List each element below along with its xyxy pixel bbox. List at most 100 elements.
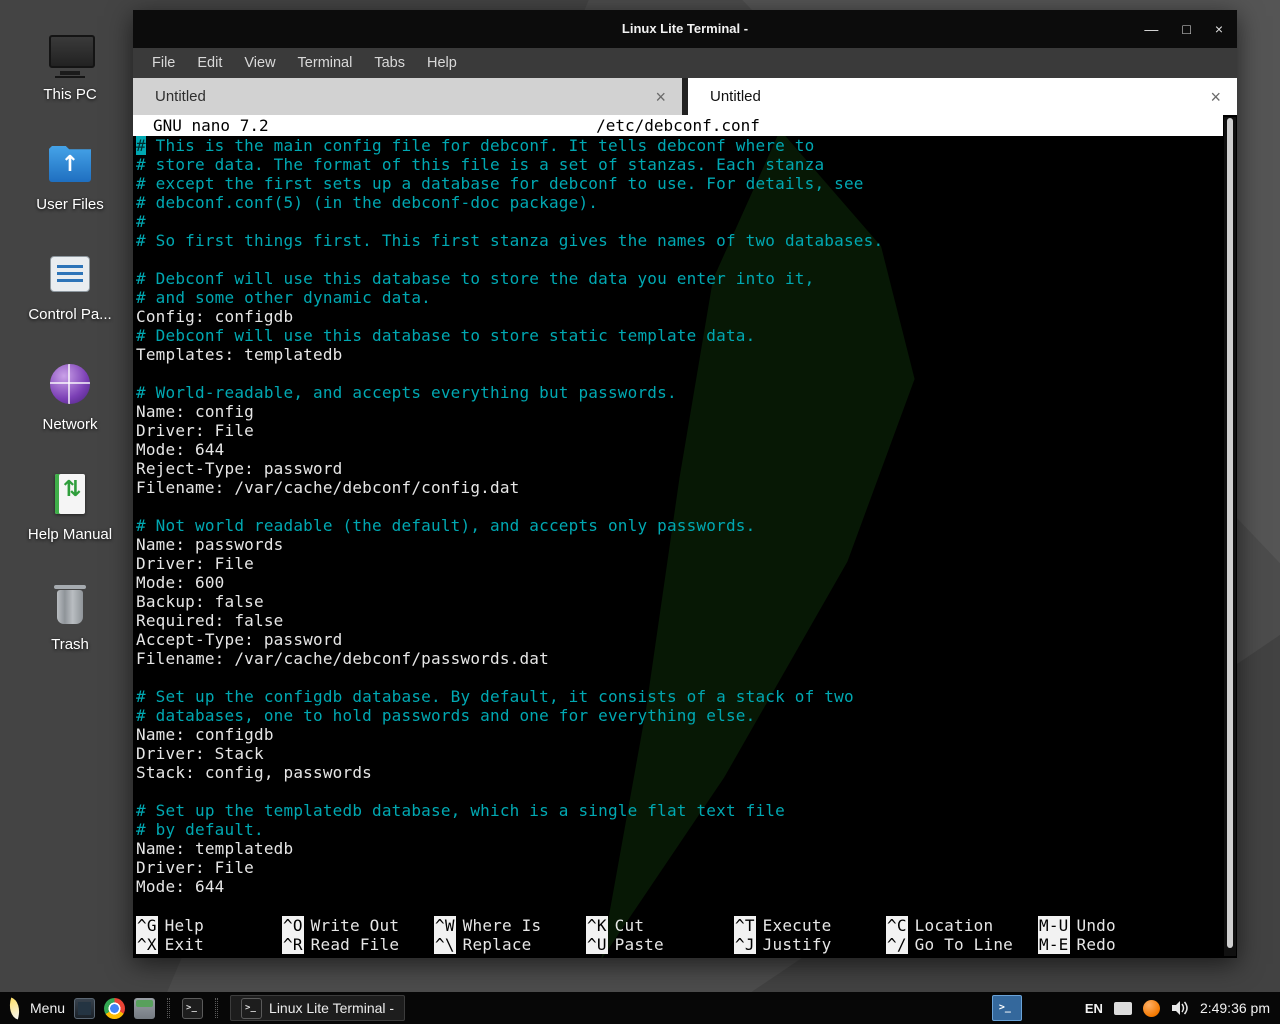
menu-file[interactable]: File [141, 55, 186, 71]
menu-view[interactable]: View [233, 55, 286, 71]
notification-icon[interactable] [1143, 1000, 1160, 1017]
editor-line: # store data. The format of this file is… [136, 155, 1237, 174]
editor-line: Mode: 644 [136, 440, 1237, 459]
editor-line: Name: passwords [136, 535, 1237, 554]
control-panel-icon [46, 250, 94, 298]
linux-lite-logo-icon[interactable] [5, 997, 23, 1019]
desktop-icon-this-pc[interactable]: This PC [0, 30, 140, 118]
desktop-icon-network[interactable]: Network [0, 360, 140, 448]
nano-version: GNU nano 7.2 [133, 116, 269, 135]
shortcut-key: ^J [734, 935, 756, 954]
editor-line: Name: templatedb [136, 839, 1237, 858]
editor-line: # except the first sets up a database fo… [136, 174, 1237, 193]
nano-filename: /etc/debconf.conf [596, 115, 760, 136]
desktop: This PC User Files Control Pa... Network Hel… [0, 0, 1280, 1024]
editor-line: # Not world readable (the default), and … [136, 516, 1237, 535]
tab-close-icon[interactable]: × [1210, 88, 1221, 106]
editor-text: # This is the main config file for debco… [133, 136, 1237, 896]
menu-tabs[interactable]: Tabs [363, 55, 416, 71]
editor-line: Filename: /var/cache/debconf/config.dat [136, 478, 1237, 497]
shortcut-key: ^G [136, 916, 158, 935]
desktop-icon-label: Help Manual [0, 526, 140, 543]
shortcut-key: ^T [734, 916, 756, 935]
chrome-launcher-icon[interactable] [104, 998, 125, 1019]
volume-icon[interactable] [1171, 1000, 1189, 1016]
nano-shortcut-go-to-line: ^/Go To Line [886, 935, 1038, 954]
keyboard-icon[interactable] [1114, 1002, 1132, 1015]
desktop-icon-label: User Files [0, 196, 140, 213]
menu-button[interactable]: Menu [30, 1000, 65, 1016]
editor-line: Filename: /var/cache/debconf/passwords.d… [136, 649, 1237, 668]
nano-shortcut-row: ^XExit^RRead File^\Replace^UPaste^JJusti… [136, 935, 1223, 954]
nano-shortcut-cut: ^KCut [586, 916, 734, 935]
editor-line: # Debconf will use this database to stor… [136, 326, 1237, 345]
menu-terminal[interactable]: Terminal [287, 55, 364, 71]
terminal-window: Linux Lite Terminal - — □ × FileEditView… [133, 10, 1237, 958]
editor-line: Name: configdb [136, 725, 1237, 744]
desktop-icon-trash[interactable]: Trash [0, 580, 140, 668]
shortcut-key: ^C [886, 916, 908, 935]
scrollbar-thumb[interactable] [1227, 118, 1233, 948]
menu-bar: FileEditViewTerminalTabsHelp [133, 48, 1237, 78]
window-titlebar[interactable]: Linux Lite Terminal - — □ × [133, 10, 1237, 48]
menu-edit[interactable]: Edit [186, 55, 233, 71]
nano-shortcut-row: ^GHelp^OWrite Out^WWhere Is^KCut^TExecut… [136, 916, 1223, 935]
taskbar-tray: EN 2:49:36 pm [992, 992, 1280, 1024]
terminal-launcher-icon[interactable] [182, 998, 203, 1019]
shortcut-key: ^O [282, 916, 304, 935]
editor-line: # and some other dynamic data. [136, 288, 1237, 307]
taskbar-window-button[interactable]: Linux Lite Terminal - [230, 995, 405, 1021]
editor-line: # [136, 212, 1237, 231]
desktop-icon-label: Control Pa... [0, 306, 140, 323]
tab-1[interactable]: Untitled × [133, 78, 682, 115]
shortcut-key: ^X [136, 935, 158, 954]
minimize-icon[interactable]: — [1144, 22, 1158, 36]
editor-line: Backup: false [136, 592, 1237, 611]
keyboard-layout-indicator[interactable]: EN [1085, 1001, 1103, 1016]
editor-line: Driver: File [136, 421, 1237, 440]
desktop-icon-user-files[interactable]: User Files [0, 140, 140, 228]
shortcut-key: ^R [282, 935, 304, 954]
desktop-icon-label: This PC [0, 86, 140, 103]
menu-help[interactable]: Help [416, 55, 468, 71]
computer-icon [46, 30, 94, 78]
shortcut-key: M-E [1038, 935, 1070, 954]
nano-shortcut-justify: ^JJustify [734, 935, 886, 954]
shortcut-label: Exit [165, 935, 204, 954]
tab-label: Untitled [155, 88, 206, 105]
file-manager-launcher-icon[interactable] [134, 998, 155, 1019]
nano-shortcut-undo: M-UUndo [1038, 916, 1208, 935]
tab-close-icon[interactable]: × [655, 88, 666, 106]
shortcut-label: Paste [615, 935, 664, 954]
scrollbar[interactable] [1224, 117, 1236, 956]
desktop-icon-control-pa[interactable]: Control Pa... [0, 250, 140, 338]
display-launcher-icon[interactable] [74, 998, 95, 1019]
editor-line: Required: false [136, 611, 1237, 630]
desktop-icon-help-manual[interactable]: Help Manual [0, 470, 140, 558]
editor-line: Stack: config, passwords [136, 763, 1237, 782]
network-icon [46, 360, 94, 408]
tab-2[interactable]: Untitled× [688, 78, 1237, 115]
text-cursor: # [136, 136, 146, 155]
shortcut-label: Undo [1077, 916, 1116, 935]
editor-line: Driver: File [136, 858, 1237, 877]
terminal-screen[interactable]: GNU nano 7.2 /etc/debconf.conf # This is… [133, 115, 1237, 958]
clock[interactable]: 2:49:36 pm [1200, 1000, 1270, 1016]
editor-line: Accept-Type: password [136, 630, 1237, 649]
close-icon[interactable]: × [1215, 22, 1223, 36]
trash-icon [46, 580, 94, 628]
maximize-icon[interactable]: □ [1182, 22, 1190, 36]
editor-line: # Debconf will use this database to stor… [136, 269, 1237, 288]
nano-shortcut-where-is: ^WWhere Is [434, 916, 586, 935]
editor-line: Mode: 600 [136, 573, 1237, 592]
taskbar-window-label: Linux Lite Terminal - [269, 1000, 394, 1016]
shortcut-label: Execute [763, 916, 832, 935]
tray-terminal-icon[interactable] [992, 995, 1022, 1021]
shortcut-label: Write Out [311, 916, 400, 935]
editor-line: # by default. [136, 820, 1237, 839]
nano-shortcut-location: ^CLocation [886, 916, 1038, 935]
terminal-window-icon [241, 998, 262, 1019]
shortcut-label: Read File [311, 935, 400, 954]
desktop-icon-label: Network [0, 416, 140, 433]
editor-line: # This is the main config file for debco… [136, 136, 1237, 155]
